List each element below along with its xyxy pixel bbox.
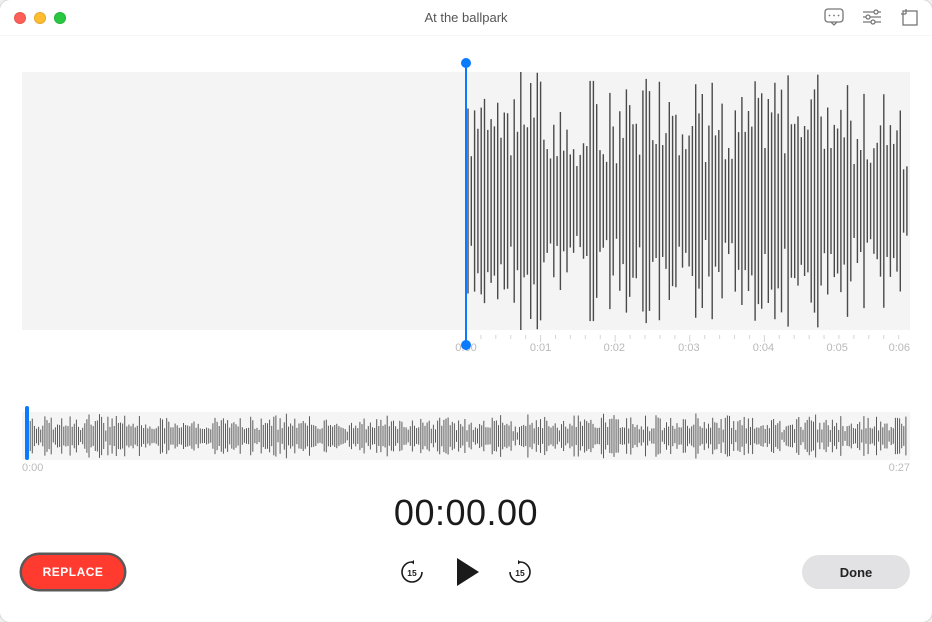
voice-memo-editor-window: At the ballpark bbox=[0, 0, 932, 622]
playhead-handle-bottom[interactable] bbox=[461, 340, 471, 350]
overview-start-time: 0:00 bbox=[22, 462, 43, 474]
skip-back-15-button[interactable]: 15 bbox=[399, 559, 425, 585]
window-title: At the ballpark bbox=[424, 10, 507, 25]
done-button-label: Done bbox=[840, 565, 873, 580]
svg-text:15: 15 bbox=[515, 568, 525, 578]
play-icon bbox=[457, 558, 479, 586]
playhead-line bbox=[465, 64, 467, 350]
fullscreen-window-button[interactable] bbox=[54, 12, 66, 24]
replace-button-label: REPLACE bbox=[43, 565, 104, 579]
overview-waveform-area[interactable]: 0:00 0:27 bbox=[22, 412, 910, 470]
main-waveform-area[interactable]: 0:000:010:020:030:040:050:06 bbox=[22, 58, 910, 350]
trim-icon[interactable] bbox=[900, 8, 918, 26]
overview-waveform bbox=[22, 412, 910, 460]
minimize-window-button[interactable] bbox=[34, 12, 46, 24]
ruler-label: 0:06 bbox=[889, 342, 910, 354]
ruler-label: 0:04 bbox=[753, 342, 774, 354]
ruler-label: 0:02 bbox=[604, 342, 625, 354]
skip-forward-15-button[interactable]: 15 bbox=[507, 559, 533, 585]
play-button[interactable] bbox=[453, 558, 479, 586]
playback-settings-icon[interactable] bbox=[862, 9, 882, 25]
svg-text:15: 15 bbox=[407, 568, 417, 578]
content-area: 0:000:010:020:030:040:050:06 0:00 0:27 0… bbox=[0, 58, 932, 534]
current-time-display: 00:00.00 bbox=[22, 492, 910, 534]
playback-controls: 15 15 bbox=[399, 558, 533, 586]
window-controls bbox=[14, 12, 66, 24]
done-button[interactable]: Done bbox=[802, 555, 910, 589]
toolbar-right bbox=[824, 8, 918, 26]
controls-bar: REPLACE 15 15 Done bbox=[22, 550, 910, 594]
titlebar: At the ballpark bbox=[0, 0, 932, 36]
ruler-label: 0:01 bbox=[530, 342, 551, 354]
ruler-label: 0:03 bbox=[678, 342, 699, 354]
ruler-label: 0:05 bbox=[826, 342, 847, 354]
transcribe-icon[interactable] bbox=[824, 8, 844, 26]
close-window-button[interactable] bbox=[14, 12, 26, 24]
overview-cursor[interactable] bbox=[25, 406, 29, 460]
replace-button[interactable]: REPLACE bbox=[22, 555, 124, 589]
overview-end-time: 0:27 bbox=[889, 462, 910, 474]
